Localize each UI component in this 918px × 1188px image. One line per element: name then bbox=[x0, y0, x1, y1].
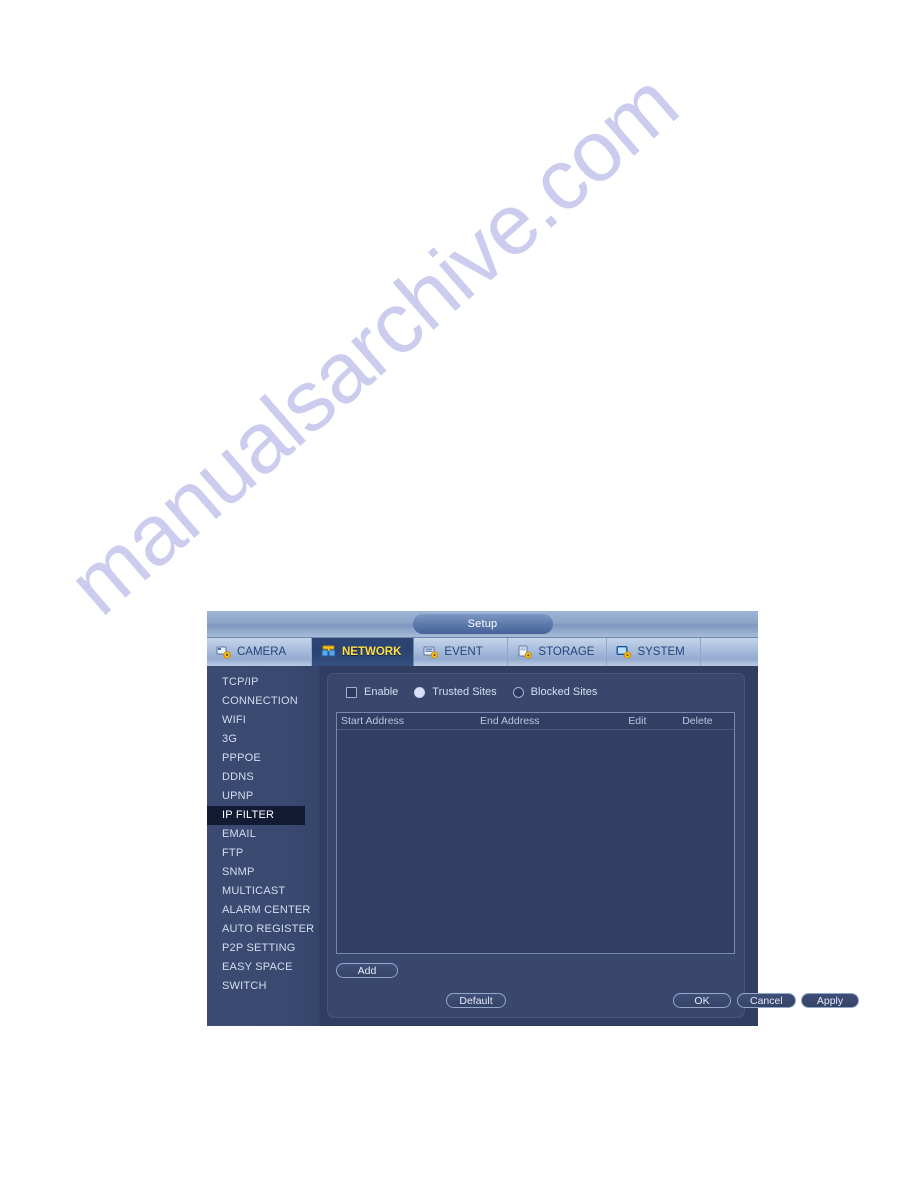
column-header-edit: Edit bbox=[628, 715, 647, 727]
default-button[interactable]: Default bbox=[446, 993, 506, 1008]
sidebar-item-switch[interactable]: SWITCH bbox=[207, 977, 319, 996]
camera-gear-icon bbox=[216, 645, 232, 659]
sidebar-item-3g[interactable]: 3G bbox=[207, 730, 319, 749]
sidebar-item-label: AUTO REGISTER bbox=[222, 923, 315, 935]
window-titlebar: Setup bbox=[207, 611, 758, 638]
table-header-row: Start Address End Address Edit Delete bbox=[337, 713, 734, 730]
sidebar-item-label: SNMP bbox=[222, 866, 255, 878]
setup-window: Setup CAMERA NETWORK EVENT STORAGE SYSTE… bbox=[207, 611, 859, 1026]
trusted-sites-radio[interactable] bbox=[414, 686, 426, 698]
sidebar-item-label: ALARM CENTER bbox=[222, 904, 311, 916]
sidebar-item-auto-register[interactable]: AUTO REGISTER bbox=[207, 920, 319, 939]
sidebar-item-ddns[interactable]: DDNS bbox=[207, 768, 319, 787]
sidebar-item-label: UPNP bbox=[222, 790, 254, 802]
tab-event[interactable]: EVENT bbox=[414, 638, 509, 666]
tab-network-label: NETWORK bbox=[342, 646, 402, 658]
network-sidebar: TCP/IP CONNECTION WIFI 3G PPPOE DDNS UPN… bbox=[207, 666, 319, 1026]
sidebar-item-email[interactable]: EMAIL bbox=[207, 825, 319, 844]
sidebar-item-label: TCP/IP bbox=[222, 676, 259, 688]
tab-storage[interactable]: STORAGE bbox=[508, 638, 608, 666]
column-header-start-address: Start Address bbox=[341, 715, 405, 727]
dialog-footer: Default OK Cancel Apply bbox=[328, 985, 859, 1017]
ip-filter-content: Enable Trusted Sites Blocked Sites Start… bbox=[319, 666, 859, 1026]
apply-button[interactable]: Apply bbox=[801, 993, 859, 1008]
column-header-delete: Delete bbox=[682, 715, 713, 727]
main-tab-strip: CAMERA NETWORK EVENT STORAGE SYSTEM bbox=[207, 638, 758, 666]
add-button-wrap: Add bbox=[336, 961, 398, 979]
sidebar-item-label: FTP bbox=[222, 847, 244, 859]
page-watermark: manualsarchive.com bbox=[50, 55, 696, 634]
sidebar-item-wifi[interactable]: WIFI bbox=[207, 711, 319, 730]
tab-storage-label: STORAGE bbox=[538, 646, 595, 658]
tab-system[interactable]: SYSTEM bbox=[607, 638, 702, 666]
sidebar-item-pppoe[interactable]: PPPOE bbox=[207, 749, 319, 768]
sidebar-item-alarm-center[interactable]: ALARM CENTER bbox=[207, 901, 319, 920]
enable-label: Enable bbox=[364, 686, 399, 698]
column-header-end-address: End Address bbox=[480, 715, 540, 727]
sidebar-item-label: DDNS bbox=[222, 771, 254, 783]
network-icon bbox=[321, 645, 337, 659]
sidebar-item-p2p-setting[interactable]: P2P SETTING bbox=[207, 939, 319, 958]
ip-filter-card: Enable Trusted Sites Blocked Sites Start… bbox=[327, 673, 859, 1018]
sidebar-item-connection[interactable]: CONNECTION bbox=[207, 692, 319, 711]
system-gear-icon bbox=[616, 645, 632, 659]
sidebar-item-label: WIFI bbox=[222, 714, 247, 726]
sidebar-item-label: CONNECTION bbox=[222, 695, 298, 707]
sidebar-item-snmp[interactable]: SNMP bbox=[207, 863, 319, 882]
tab-camera[interactable]: CAMERA bbox=[207, 638, 312, 666]
event-gear-icon bbox=[423, 645, 439, 659]
sidebar-item-label: P2P SETTING bbox=[222, 942, 296, 954]
sidebar-item-label: IP FILTER bbox=[222, 809, 275, 821]
tab-system-label: SYSTEM bbox=[637, 646, 685, 658]
window-title: Setup bbox=[412, 614, 553, 634]
tab-event-label: EVENT bbox=[444, 646, 483, 658]
trusted-sites-label: Trusted Sites bbox=[432, 686, 497, 698]
sidebar-item-label: EASY SPACE bbox=[222, 961, 293, 973]
sidebar-item-label: EMAIL bbox=[222, 828, 257, 840]
add-button[interactable]: Add bbox=[336, 963, 398, 978]
tab-network[interactable]: NETWORK bbox=[312, 638, 415, 666]
enable-checkbox[interactable] bbox=[346, 686, 357, 698]
sidebar-item-multicast[interactable]: MULTICAST bbox=[207, 882, 319, 901]
ip-filter-table: Start Address End Address Edit Delete bbox=[336, 712, 735, 954]
blocked-sites-label: Blocked Sites bbox=[530, 686, 598, 698]
sidebar-item-easy-space[interactable]: EASY SPACE bbox=[207, 958, 319, 977]
blocked-sites-radio[interactable] bbox=[512, 686, 524, 698]
window-body: TCP/IP CONNECTION WIFI 3G PPPOE DDNS UPN… bbox=[207, 666, 859, 1026]
ok-button[interactable]: OK bbox=[673, 993, 731, 1008]
table-body-empty[interactable] bbox=[337, 730, 734, 954]
sidebar-item-upnp[interactable]: UPNP bbox=[207, 787, 319, 806]
sidebar-item-label: 3G bbox=[222, 733, 238, 745]
sidebar-item-label: PPPOE bbox=[222, 752, 261, 764]
sidebar-item-ip-filter[interactable]: IP FILTER bbox=[207, 806, 305, 825]
storage-gear-icon bbox=[517, 645, 533, 659]
cancel-button[interactable]: Cancel bbox=[737, 993, 796, 1008]
sidebar-item-tcpip[interactable]: TCP/IP bbox=[207, 673, 319, 692]
tab-camera-label: CAMERA bbox=[237, 646, 287, 658]
sidebar-item-label: MULTICAST bbox=[222, 885, 286, 897]
sidebar-item-ftp[interactable]: FTP bbox=[207, 844, 319, 863]
sidebar-item-label: SWITCH bbox=[222, 980, 267, 992]
ip-filter-options-row: Enable Trusted Sites Blocked Sites bbox=[346, 686, 597, 698]
